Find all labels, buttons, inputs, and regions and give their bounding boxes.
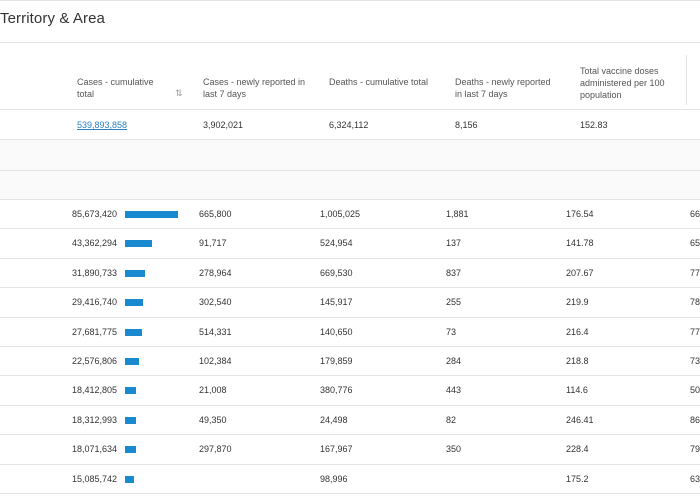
cell-deaths-cumulative: 24,498 xyxy=(320,414,348,425)
cases-bar xyxy=(125,299,143,307)
cases-bar xyxy=(125,240,152,248)
cell-next-column: 50 xyxy=(690,385,700,396)
cell-cases-cumulative: 22,576,806 xyxy=(72,356,118,366)
global-cases-7d: 3,902,021 xyxy=(203,120,244,130)
cell-cases-cumulative: 18,312,993 xyxy=(72,414,118,425)
table-row[interactable]: 43,362,294 91,717 524,954 137 141.78 65 xyxy=(0,229,700,259)
cell-cases-cumulative: 27,681,775 xyxy=(72,326,118,337)
cell-next-column: 77 xyxy=(690,326,700,337)
cell-deaths-7d: 73 xyxy=(446,326,457,337)
cell-next-column: 77 xyxy=(690,267,700,278)
cell-cases-7d: 302,540 xyxy=(199,297,232,308)
cell-vaccine-per-100: 207.67 xyxy=(566,267,594,278)
cell-next-column: 63 xyxy=(690,473,700,484)
cases-bar xyxy=(125,446,136,454)
cases-bar xyxy=(125,416,136,424)
global-deaths-cumulative: 6,324,112 xyxy=(329,120,369,130)
cases-bar xyxy=(125,358,139,365)
cell-cases-cumulative: 43,362,294 xyxy=(72,238,118,249)
cell-cases-7d: 514,331 xyxy=(199,326,232,337)
section-spacer xyxy=(0,140,700,170)
cell-cases-cumulative: 15,085,742 xyxy=(72,473,118,484)
cell-deaths-7d: 350 xyxy=(446,444,462,455)
cases-bar xyxy=(125,211,178,218)
global-vaccine-per-100: 152.83 xyxy=(580,120,608,130)
table-row[interactable]: 18,412,805 21,008 380,776 443 114.6 50 xyxy=(0,376,700,406)
cell-deaths-7d: 255 xyxy=(446,297,462,308)
global-deaths-7d: 8,156 xyxy=(455,120,478,130)
divider xyxy=(0,109,700,110)
cell-deaths-7d: 837 xyxy=(446,267,462,278)
cases-bar xyxy=(125,328,142,336)
cell-deaths-cumulative: 669,530 xyxy=(320,267,353,278)
table-row[interactable]: 22,576,806 102,384 179,859 284 218.8 73 xyxy=(0,347,700,377)
column-divider xyxy=(686,55,687,105)
cell-next-column: 66 xyxy=(690,209,700,219)
cases-bar xyxy=(125,475,134,483)
cell-deaths-cumulative: 140,650 xyxy=(320,326,353,337)
cell-deaths-7d: 284 xyxy=(446,356,462,366)
cell-vaccine-per-100: 175.2 xyxy=(566,473,589,484)
table-row[interactable]: 27,681,775 514,331 140,650 73 216.4 77 xyxy=(0,318,700,347)
cell-vaccine-per-100: 114.6 xyxy=(566,385,588,396)
cell-next-column: 73 xyxy=(690,356,700,366)
table-row[interactable]: 29,416,740 302,540 145,917 255 219.9 78 xyxy=(0,288,700,318)
cell-vaccine-per-100: 141.78 xyxy=(566,238,594,249)
table-row[interactable]: 15,085,742 98,996 175.2 63 xyxy=(0,465,700,494)
global-cases-cumulative[interactable]: 539,893,858 xyxy=(77,120,127,130)
cases-bar xyxy=(125,269,145,277)
cell-next-column: 78 xyxy=(690,297,700,308)
header-cases-cumulative[interactable]: Cases - cumulative total xyxy=(77,76,167,100)
cell-cases-7d: 21,008 xyxy=(199,385,227,396)
section-spacer xyxy=(0,171,700,199)
cell-deaths-cumulative: 1,005,025 xyxy=(320,209,361,219)
cell-cases-7d: 49,350 xyxy=(199,414,227,425)
header-cases-7d[interactable]: Cases - newly reported in last 7 days xyxy=(203,76,308,100)
divider xyxy=(0,42,700,43)
divider xyxy=(0,493,700,494)
header-deaths-cumulative[interactable]: Deaths - cumulative total xyxy=(329,76,429,88)
cell-deaths-cumulative: 380,776 xyxy=(320,385,353,396)
header-vaccine-per-100[interactable]: Total vaccine doses administered per 100… xyxy=(580,65,680,101)
cell-vaccine-per-100: 228.4 xyxy=(566,444,589,455)
cell-vaccine-per-100: 246.41 xyxy=(566,414,594,425)
cell-cases-7d: 278,964 xyxy=(199,267,232,278)
cell-cases-7d: 102,384 xyxy=(199,356,232,366)
cell-cases-7d: 297,870 xyxy=(199,444,232,455)
cell-deaths-7d: 443 xyxy=(446,385,462,396)
cell-deaths-7d: 137 xyxy=(446,238,462,249)
cell-cases-cumulative: 31,890,733 xyxy=(72,267,118,278)
sort-icon[interactable]: ⇅ xyxy=(175,88,183,99)
cell-vaccine-per-100: 216.4 xyxy=(566,326,589,337)
cell-vaccine-per-100: 218.8 xyxy=(566,356,589,366)
cell-next-column: 86 xyxy=(690,414,700,425)
cell-deaths-cumulative: 167,967 xyxy=(320,444,353,455)
cell-cases-cumulative: 85,673,420 xyxy=(72,209,118,219)
cell-vaccine-per-100: 219.9 xyxy=(566,297,589,308)
cell-cases-7d: 91,717 xyxy=(199,238,227,249)
cell-deaths-7d: 82 xyxy=(446,414,457,425)
cell-cases-cumulative: 18,412,805 xyxy=(72,385,118,396)
cell-deaths-cumulative: 145,917 xyxy=(320,297,353,308)
cell-cases-cumulative: 18,071,634 xyxy=(72,444,118,455)
cell-deaths-cumulative: 179,859 xyxy=(320,356,353,366)
cell-deaths-7d: 1,881 xyxy=(446,209,469,219)
cell-deaths-cumulative: 524,954 xyxy=(320,238,353,249)
cell-cases-7d: 665,800 xyxy=(199,209,232,219)
cell-next-column: 65 xyxy=(690,238,700,249)
table-row[interactable]: 31,890,733 278,964 669,530 837 207.67 77 xyxy=(0,259,700,289)
header-deaths-7d[interactable]: Deaths - newly reported in last 7 days xyxy=(455,76,560,100)
page-title: Territory & Area xyxy=(0,10,105,27)
cell-deaths-cumulative: 98,996 xyxy=(320,473,348,484)
table-row[interactable]: 85,673,420 665,800 1,005,025 1,881 176.54 66 xyxy=(0,200,700,230)
table-row[interactable]: 18,071,634 297,870 167,967 350 228.4 79 xyxy=(0,435,700,465)
cell-cases-cumulative: 29,416,740 xyxy=(72,297,118,308)
cell-next-column: 79 xyxy=(690,444,700,455)
top-border xyxy=(0,0,700,1)
table-row[interactable]: 18,312,993 49,350 24,498 82 246.41 86 xyxy=(0,406,700,436)
cases-bar xyxy=(125,387,136,395)
cell-vaccine-per-100: 176.54 xyxy=(566,209,594,219)
